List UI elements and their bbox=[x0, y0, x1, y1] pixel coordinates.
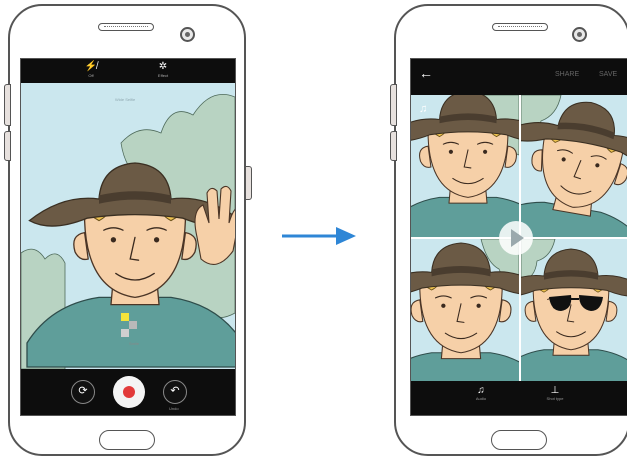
right-phone: ← SHARE SAVE ♫ ♫ Audio ⊥ Shot type bbox=[390, 4, 627, 456]
preview-screen: ← SHARE SAVE ♫ ♫ Audio ⊥ Shot type bbox=[410, 58, 627, 416]
back-arrow-icon[interactable]: ← bbox=[419, 65, 433, 81]
effect-label: Effect bbox=[157, 73, 169, 78]
camera-top-bar: ⚡̸ Off ✲ Effect bbox=[21, 59, 235, 83]
music-note-icon: ♫ bbox=[419, 103, 428, 115]
flash-off-icon: ⚡̸ bbox=[84, 61, 98, 72]
record-button[interactable] bbox=[113, 376, 145, 408]
right-volume-key bbox=[390, 84, 397, 126]
frame-top-right bbox=[521, 95, 627, 237]
transition-arrow bbox=[282, 227, 356, 245]
preview-header: ← SHARE SAVE bbox=[411, 59, 627, 95]
camera-screen: ⚡̸ Off ✲ Effect Wide Selfie Smile ⟳ ↶ Un… bbox=[20, 58, 236, 416]
shot-type-icon: ⊥ bbox=[550, 385, 560, 396]
switch-camera-button[interactable]: ⟳ bbox=[71, 380, 95, 404]
frame-bottom-right bbox=[521, 239, 627, 381]
audio-label: Audio bbox=[475, 396, 487, 401]
flash-label: Off bbox=[88, 73, 94, 78]
play-icon bbox=[511, 229, 524, 247]
left-phone: ⚡̸ Off ✲ Effect Wide Selfie Smile ⟳ ↶ Un… bbox=[4, 4, 252, 456]
front-camera bbox=[180, 27, 195, 42]
camera-bottom-bar: ⟳ ↶ Undo bbox=[21, 369, 235, 415]
frame-bottom-left bbox=[411, 239, 519, 381]
undo-icon: ↶ bbox=[170, 385, 180, 397]
music-note-icon: ♫ bbox=[477, 385, 485, 396]
undo-label: Undo bbox=[169, 406, 179, 411]
left-volume-key bbox=[4, 84, 11, 126]
right-bixby-key bbox=[390, 131, 397, 161]
play-button[interactable] bbox=[499, 221, 533, 255]
earpiece-speaker bbox=[98, 23, 154, 31]
home-button bbox=[491, 430, 547, 450]
frame-top-left bbox=[411, 95, 519, 237]
save-button[interactable]: SAVE bbox=[599, 71, 617, 78]
preview-bottom-bar: ♫ Audio ⊥ Shot type bbox=[411, 381, 627, 415]
viewfinder-hint: Wide Selfie bbox=[115, 97, 136, 102]
left-bixby-key bbox=[4, 131, 11, 161]
shot-type-button[interactable]: ⊥ Shot type bbox=[537, 385, 573, 401]
share-button[interactable]: SHARE bbox=[555, 71, 579, 78]
focus-label: Smile bbox=[129, 341, 140, 346]
selfie-viewfinder bbox=[21, 83, 235, 369]
front-camera bbox=[572, 27, 587, 42]
effect-icon: ✲ bbox=[158, 61, 168, 72]
power-key bbox=[245, 166, 252, 200]
home-button bbox=[99, 430, 155, 450]
undo-button[interactable]: ↶ bbox=[163, 380, 187, 404]
effect-toggle[interactable]: ✲ Effect bbox=[148, 61, 178, 79]
flash-toggle[interactable]: ⚡̸ Off bbox=[76, 61, 106, 79]
switch-camera-icon: ⟳ bbox=[78, 385, 88, 397]
audio-button[interactable]: ♫ Audio bbox=[463, 385, 499, 401]
shot-type-label: Shot type bbox=[546, 396, 564, 401]
earpiece-speaker bbox=[492, 23, 548, 31]
